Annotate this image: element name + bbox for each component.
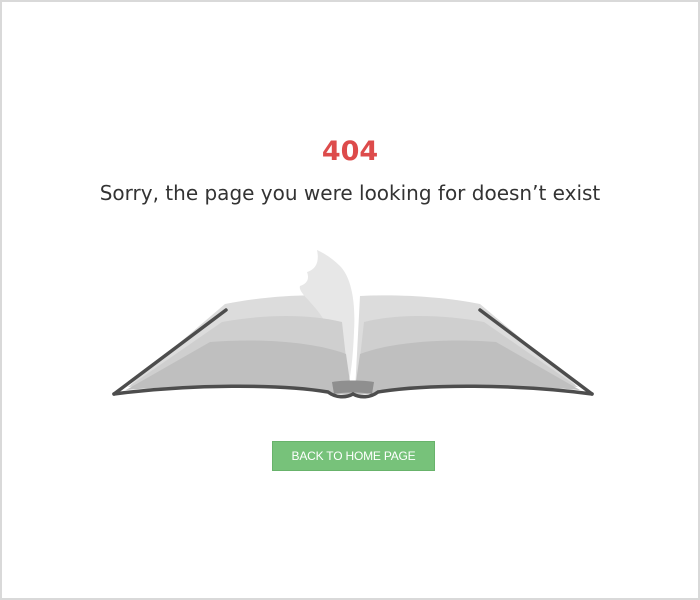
error-code: 404	[321, 136, 379, 167]
page-frame: 404 Sorry, the page you were looking for…	[0, 0, 700, 600]
open-book-icon	[112, 250, 594, 399]
error-message: Sorry, the page you were looking for doe…	[99, 181, 601, 205]
back-to-home-button[interactable]: BACK TO HOME PAGE	[272, 441, 435, 471]
